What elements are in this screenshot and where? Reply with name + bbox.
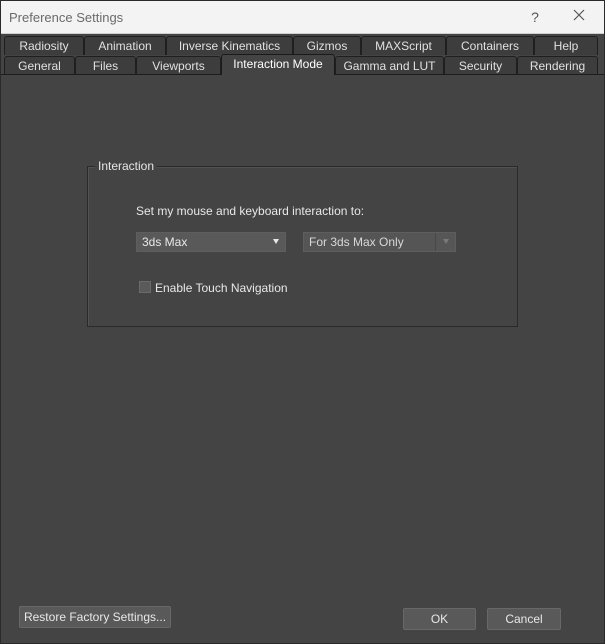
tab-files[interactable]: Files [75,56,136,75]
tab-interaction-mode[interactable]: Interaction Mode [221,54,335,75]
tab-containers[interactable]: Containers [446,36,534,55]
tab-animation[interactable]: Animation [84,36,166,55]
tab-content-panel [1,75,604,643]
interaction-group-title: Interaction [95,159,158,173]
title-bar: Preference Settings ? [1,1,604,34]
tab-help[interactable]: Help [534,36,598,55]
ok-button[interactable]: OK [403,608,476,630]
interaction-mode-select[interactable]: 3ds Max [136,232,286,252]
tab-radiosity[interactable]: Radiosity [4,36,84,55]
restore-factory-settings-button[interactable]: Restore Factory Settings... [19,606,171,628]
tab-gizmos[interactable]: Gizmos [293,36,361,55]
touch-navigation-label[interactable]: Enable Touch Navigation [155,281,288,295]
close-button[interactable] [566,5,592,29]
interaction-scope-select[interactable]: For 3ds Max Only [303,232,456,252]
cancel-button[interactable]: Cancel [487,608,561,630]
close-icon [573,9,585,21]
tab-maxscript[interactable]: MAXScript [361,36,446,55]
tab-rendering[interactable]: Rendering [517,56,598,75]
scope-dropdown-button[interactable] [435,233,455,251]
chevron-down-icon [273,239,279,244]
tab-security[interactable]: Security [444,56,517,75]
preference-settings-dialog: Preference Settings ? Radiosity Animatio… [0,0,605,644]
chevron-down-icon [443,239,449,244]
window-title: Preference Settings [9,10,124,25]
tab-gamma-and-lut[interactable]: Gamma and LUT [335,56,444,75]
interaction-scope-value: For 3ds Max Only [309,235,404,249]
tab-viewports[interactable]: Viewports [136,56,221,75]
interaction-prompt: Set my mouse and keyboard interaction to… [136,204,365,218]
touch-navigation-checkbox[interactable] [139,281,151,293]
tab-general[interactable]: General [4,56,75,75]
interaction-mode-value: 3ds Max [142,235,188,249]
help-button[interactable]: ? [523,5,547,29]
tab-inverse-kinematics[interactable]: Inverse Kinematics [166,36,293,55]
